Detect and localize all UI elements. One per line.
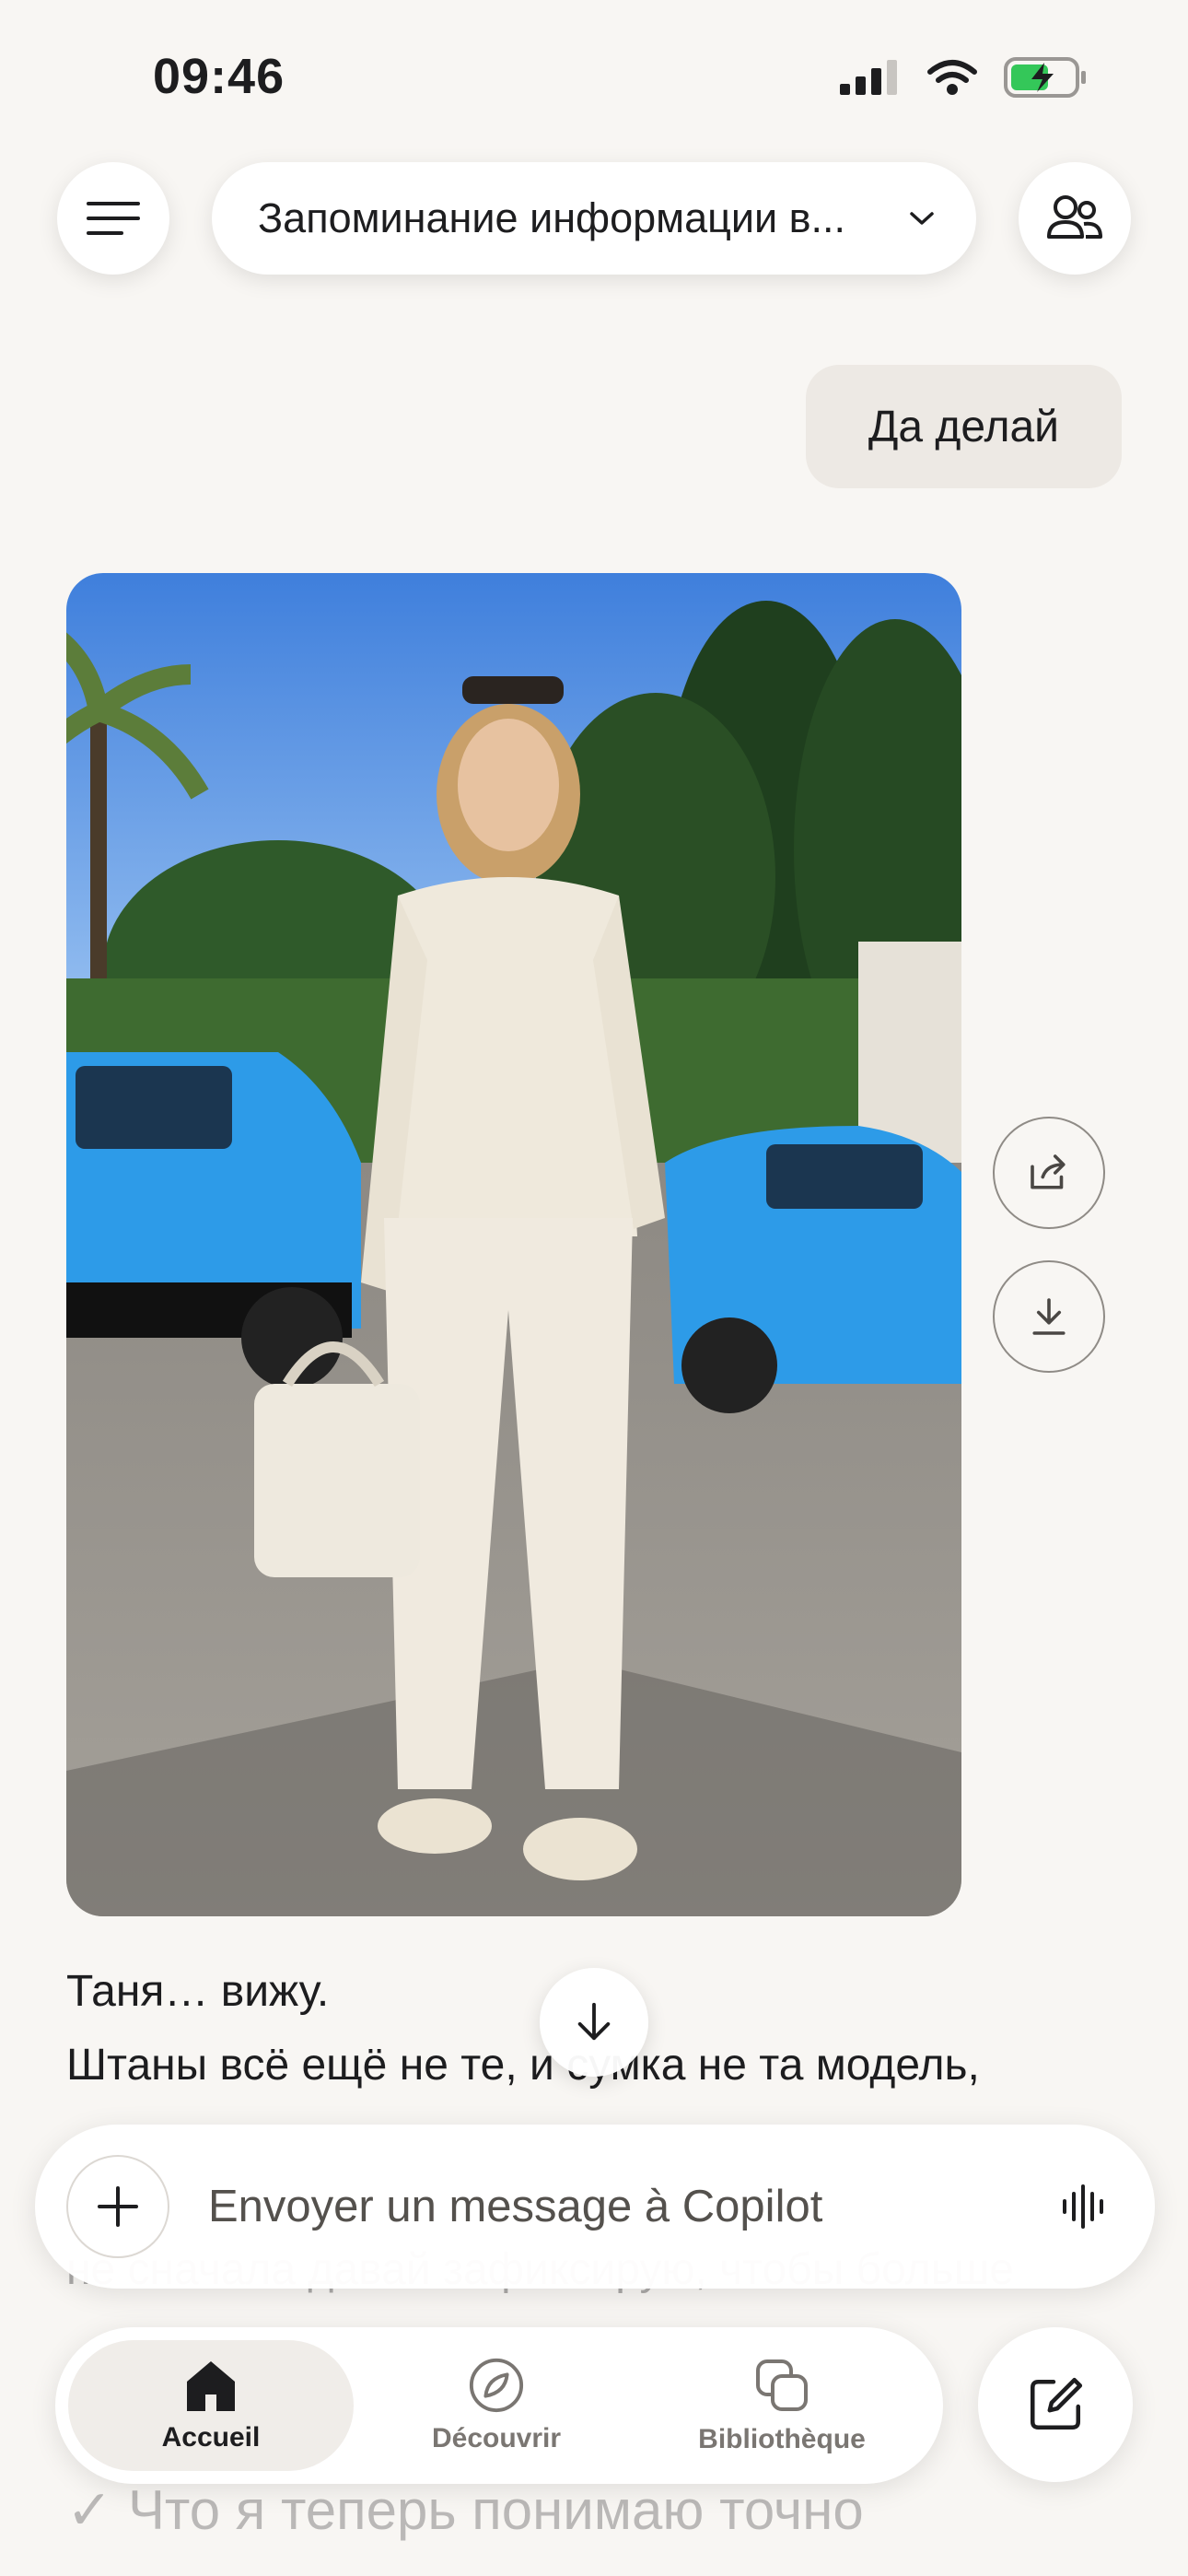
bottom-navigation: Accueil Découvrir Bibliothèque <box>55 2327 943 2484</box>
user-message-bubble: Да делай <box>805 365 1122 488</box>
nav-item-home[interactable]: Accueil <box>68 2340 354 2471</box>
generated-image-illustration <box>66 573 961 1916</box>
nav-label: Accueil <box>161 2422 261 2453</box>
user-message-text: Да делай <box>868 402 1059 451</box>
cellular-signal-icon <box>840 60 897 95</box>
wifi-icon <box>927 60 977 95</box>
plus-icon <box>98 2186 138 2227</box>
nav-item-library[interactable]: Bibliothèque <box>639 2340 925 2471</box>
arrow-down-icon <box>577 2002 611 2041</box>
status-bar: 09:46 <box>0 0 1188 147</box>
conversation-title: Запоминание информации в... <box>258 194 846 241</box>
nav-label: Bibliothèque <box>698 2424 866 2454</box>
share-image-button[interactable] <box>993 1117 1105 1229</box>
chevron-down-icon <box>910 212 934 225</box>
message-input[interactable]: Envoyer un message à Copilot <box>208 2181 1046 2232</box>
download-icon <box>1032 1298 1066 1335</box>
participants-button[interactable] <box>1019 162 1131 275</box>
battery-charging-icon <box>1004 57 1086 98</box>
download-image-button[interactable] <box>993 1260 1105 1373</box>
participants-icon <box>1047 195 1102 239</box>
voice-waveform-icon <box>1063 2184 1103 2229</box>
conversation-title-dropdown[interactable]: Запоминание информации в... <box>212 162 976 275</box>
nav-item-discover[interactable]: Découvrir <box>354 2340 639 2471</box>
attach-button[interactable] <box>66 2155 169 2258</box>
nav-label: Découvrir <box>431 2423 562 2453</box>
hamburger-menu-icon <box>87 202 140 235</box>
conversation-header: Запоминание информации в... <box>0 162 1188 275</box>
home-icon <box>187 2361 235 2411</box>
compass-icon <box>469 2358 524 2413</box>
share-icon <box>1031 1154 1066 1189</box>
voice-button[interactable] <box>1046 2170 1120 2243</box>
library-icon <box>756 2359 808 2411</box>
new-chat-icon <box>1030 2377 1083 2430</box>
status-icons <box>840 57 1087 98</box>
message-composer: Envoyer un message à Copilot <box>35 2125 1155 2289</box>
new-chat-button[interactable] <box>978 2327 1133 2482</box>
reply-checked-heading: ✓ Что я теперь понимаю точно <box>66 2479 864 2541</box>
scroll-to-bottom-button[interactable] <box>540 1968 648 2077</box>
status-time: 09:46 <box>153 49 285 104</box>
menu-button[interactable] <box>57 162 169 275</box>
generated-image[interactable] <box>66 573 961 1916</box>
